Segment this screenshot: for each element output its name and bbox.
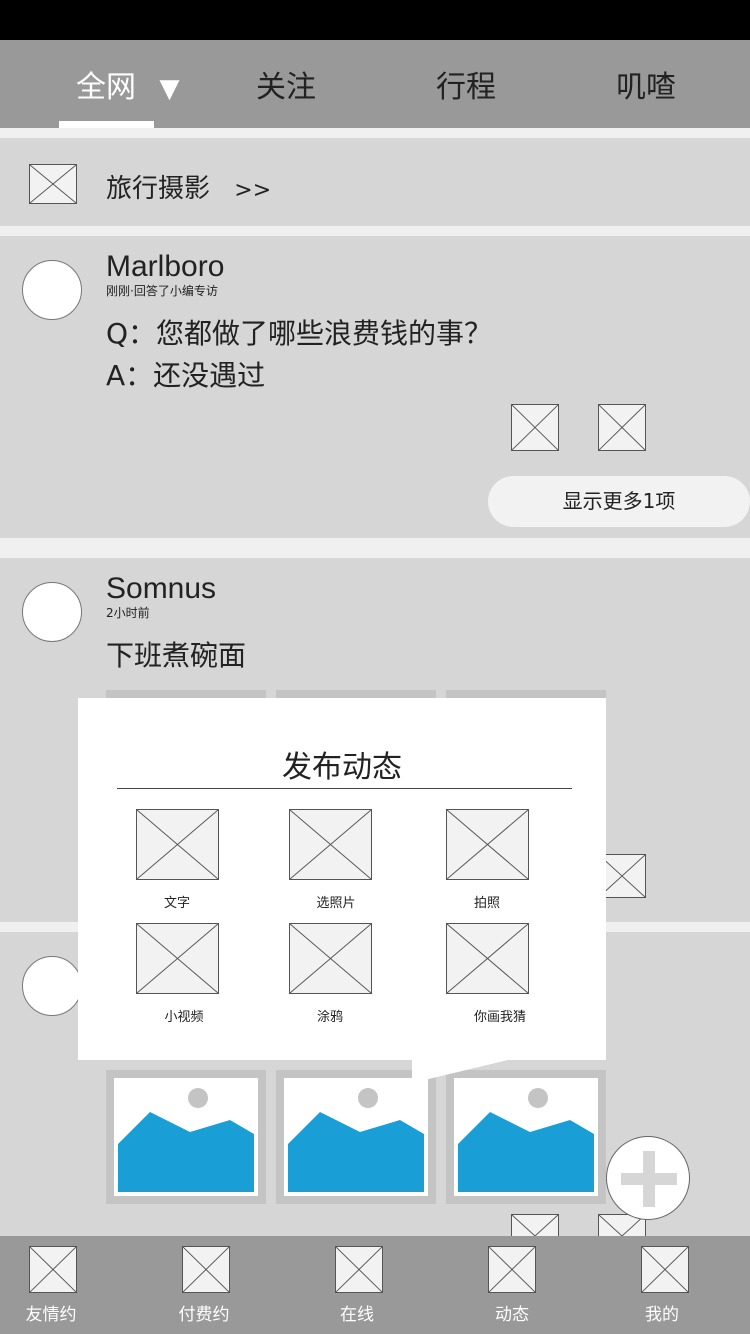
show-more-button[interactable]: 显示更多1项: [488, 476, 750, 527]
post-photo[interactable]: [446, 1070, 606, 1204]
post-text: 下班煮碗面: [106, 639, 247, 672]
tab-chirp[interactable]: 叽喳: [616, 62, 676, 106]
status-bar: [0, 0, 750, 40]
bottom-nav: 友情约 付费约 在线 动态 我的: [0, 1236, 750, 1334]
nav-label: 友情约: [25, 1305, 77, 1325]
category-row[interactable]: 旅行摄影 >>: [0, 138, 750, 226]
post-photo[interactable]: [276, 1070, 436, 1204]
option-short-video-label[interactable]: 小视频: [124, 1006, 244, 1025]
category-image-placeholder-icon: [29, 164, 77, 204]
category-more-arrow[interactable]: >>: [234, 178, 271, 203]
nav-label: 动态: [495, 1305, 529, 1325]
plus-icon: [621, 1151, 677, 1207]
nav-item-online[interactable]: 在线: [300, 1236, 410, 1334]
doodle-icon[interactable]: [289, 923, 372, 994]
action-placeholder-icon[interactable]: [511, 1214, 559, 1236]
post-meta: 2小时前: [106, 606, 150, 620]
short-video-icon[interactable]: [136, 923, 219, 994]
option-select-photo-label[interactable]: 选照片: [276, 892, 396, 911]
top-nav: 全网 ▼ 关注 行程 叽喳: [0, 40, 750, 128]
text-post-icon[interactable]: [136, 809, 219, 880]
category-label: 旅行摄影 >>: [106, 168, 271, 205]
tab-active-indicator: [59, 121, 154, 128]
avatar[interactable]: [22, 260, 82, 320]
tab-itinerary[interactable]: 行程: [436, 62, 496, 106]
camera-icon[interactable]: [446, 809, 529, 880]
action-placeholder-icon[interactable]: [598, 404, 646, 451]
nav-label: 付费约: [178, 1305, 230, 1325]
nav-label: 在线: [340, 1305, 374, 1325]
post-photo[interactable]: [106, 1070, 266, 1204]
friend-date-icon: [29, 1246, 77, 1293]
popup-pointer: [412, 1059, 512, 1083]
popup-divider: [117, 788, 572, 789]
option-doodle-label[interactable]: 涂鸦: [270, 1006, 390, 1025]
paid-date-icon: [182, 1246, 230, 1293]
nav-item-friend-date[interactable]: 友情约: [0, 1236, 104, 1334]
draw-guess-icon[interactable]: [446, 923, 529, 994]
publish-fab-button[interactable]: [606, 1136, 690, 1220]
landscape-image-icon: [454, 1078, 598, 1196]
tab-follow[interactable]: 关注: [256, 62, 316, 106]
profile-icon: [641, 1246, 689, 1293]
landscape-image-icon: [114, 1078, 258, 1196]
category-title: 旅行摄影: [106, 174, 211, 204]
post-answer: A：还没遇过: [106, 359, 266, 392]
post-username[interactable]: Somnus: [106, 572, 216, 606]
post-meta: 刚刚·回答了小编专访: [106, 284, 218, 298]
nav-item-paid-date[interactable]: 付费约: [150, 1236, 260, 1334]
tab-all-network[interactable]: 全网 ▼: [76, 62, 180, 106]
avatar[interactable]: [22, 582, 82, 642]
popup-title: 发布动态: [282, 750, 402, 785]
dropdown-arrow-icon[interactable]: ▼: [160, 74, 180, 104]
option-take-photo-label[interactable]: 拍照: [427, 892, 547, 911]
select-photo-icon[interactable]: [289, 809, 372, 880]
action-placeholder-icon[interactable]: [511, 404, 559, 451]
post-username[interactable]: Marlboro: [106, 250, 224, 284]
nav-label: 我的: [645, 1305, 679, 1325]
post-question: Q：您都做了哪些浪费钱的事？: [106, 317, 493, 350]
nav-item-feed[interactable]: 动态: [455, 1236, 565, 1334]
avatar[interactable]: [22, 956, 82, 1016]
nav-item-me[interactable]: 我的: [606, 1236, 716, 1334]
landscape-image-icon: [284, 1078, 428, 1196]
feed-icon: [488, 1246, 536, 1293]
option-text-label[interactable]: 文字: [117, 892, 237, 911]
option-draw-guess-label[interactable]: 你画我猜: [440, 1006, 560, 1025]
publish-popup: 发布动态 文字 选照片 拍照 小视频 涂鸦 你画我猜: [78, 698, 606, 1060]
tab-all-network-label: 全网: [76, 70, 136, 105]
online-icon: [335, 1246, 383, 1293]
